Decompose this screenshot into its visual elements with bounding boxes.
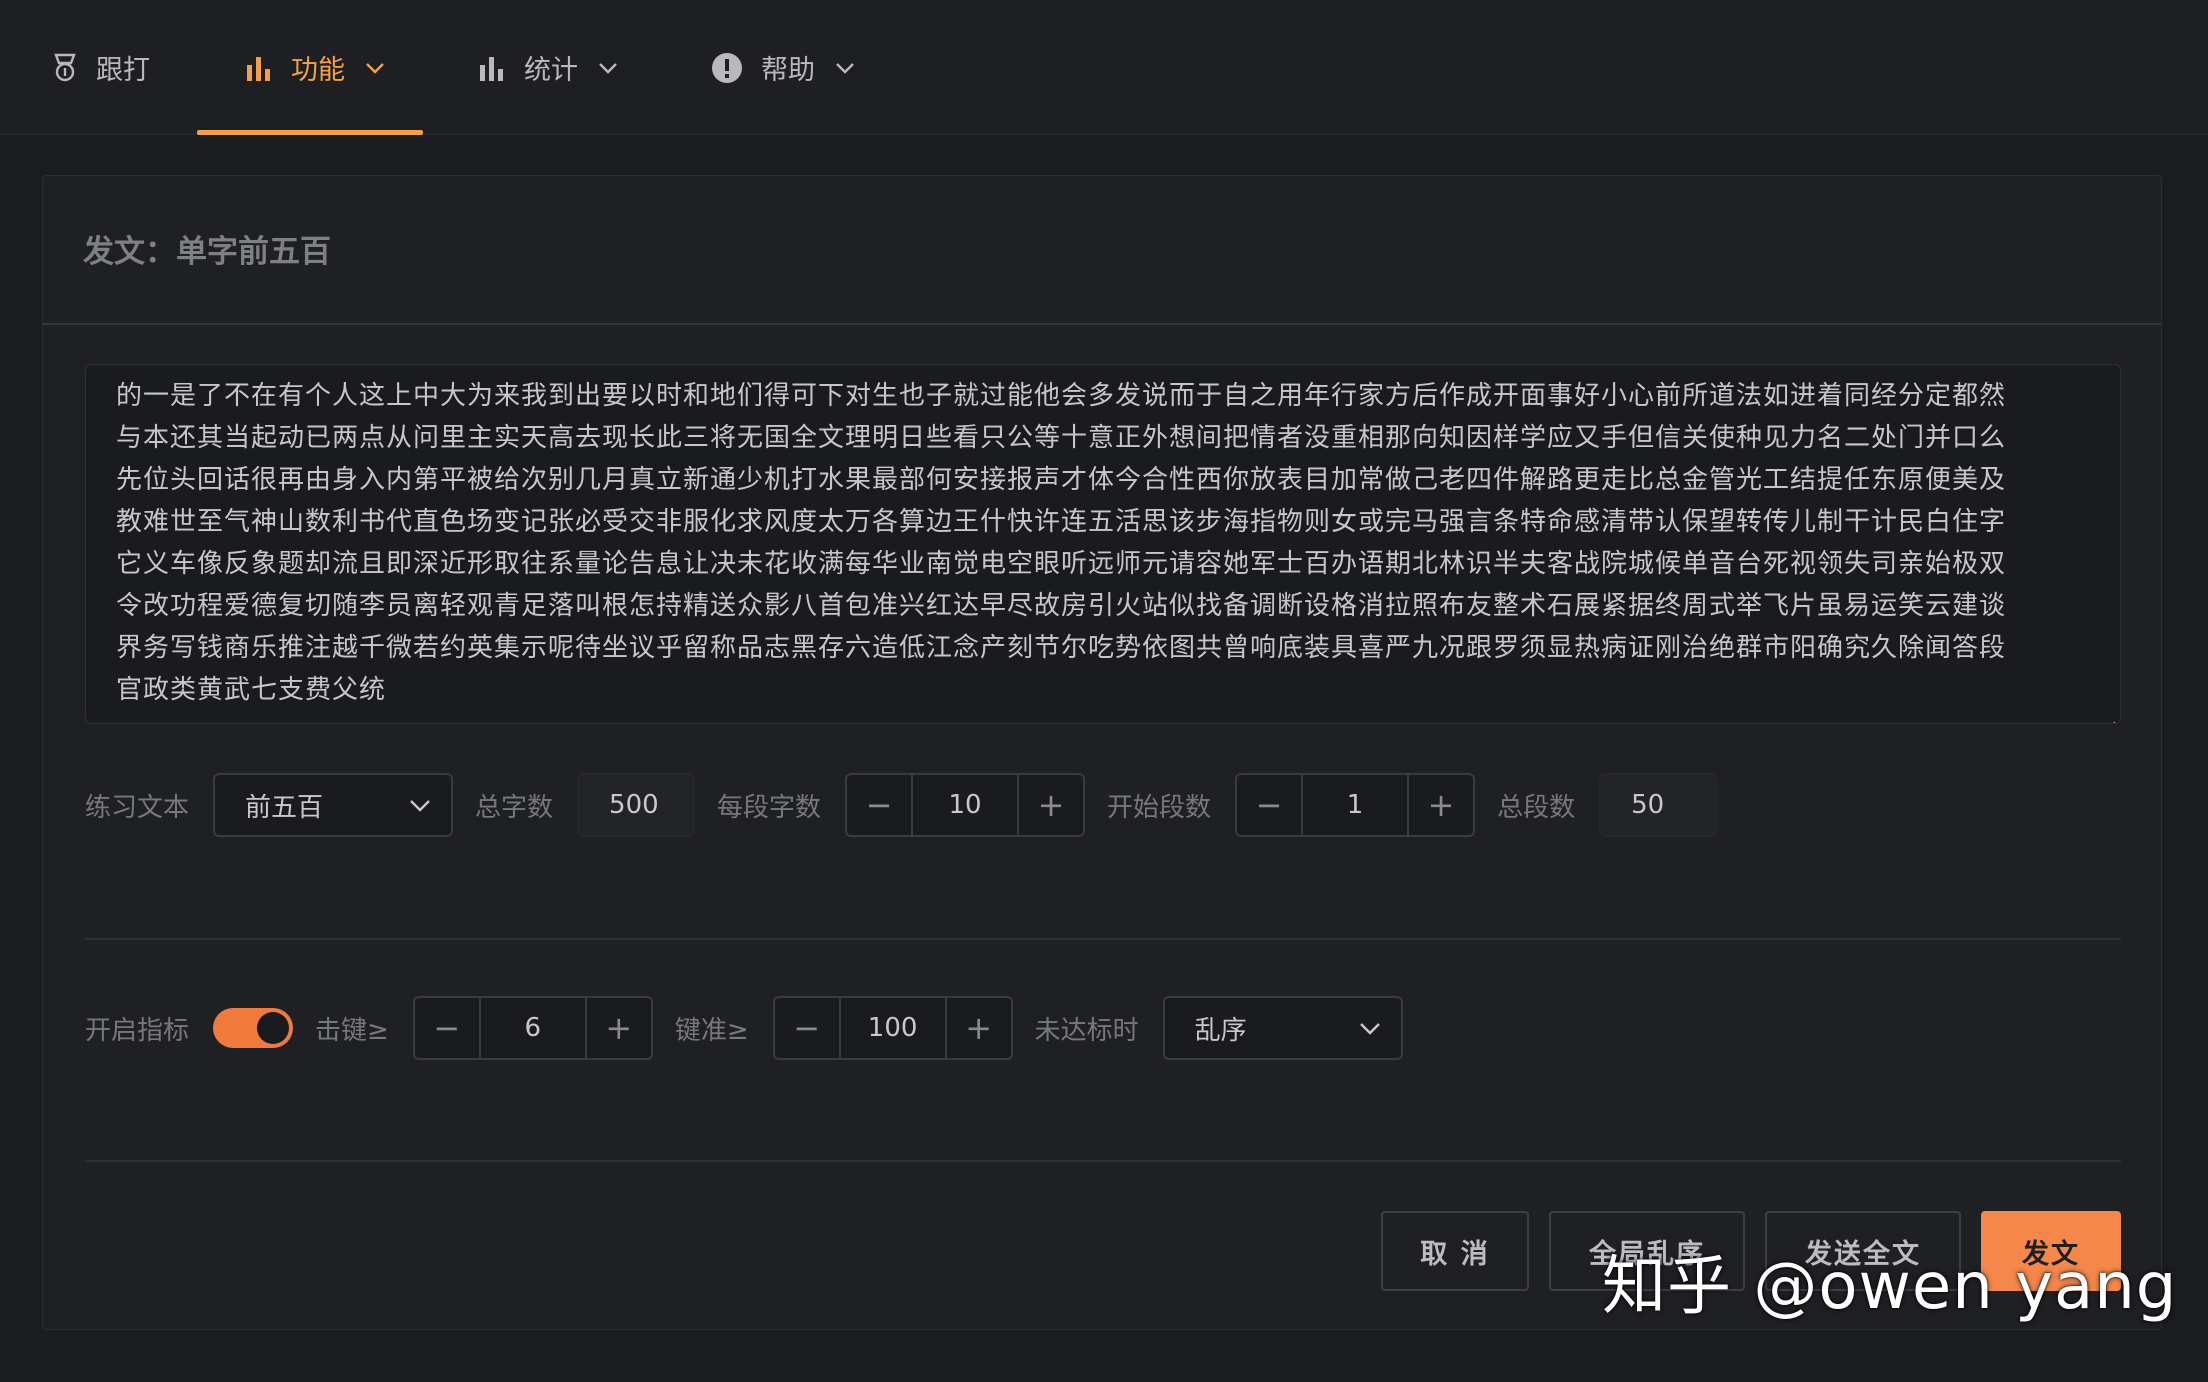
stepper-value[interactable]: 100	[838, 998, 947, 1058]
bar-chart-icon	[478, 55, 506, 81]
field-value: 50	[1631, 790, 1665, 820]
divider	[43, 323, 2161, 325]
chevron-down-icon	[409, 790, 431, 820]
stepper-value[interactable]: 6	[478, 998, 587, 1058]
text-line: 官政类黄武七支费父统	[116, 675, 387, 705]
chevron-down-icon	[365, 62, 385, 74]
chars-per-segment-label: 每段字数	[717, 792, 822, 823]
chevron-down-icon	[1359, 1013, 1381, 1043]
decrement-button[interactable]: −	[415, 998, 479, 1058]
enable-indicators-toggle[interactable]	[213, 1008, 294, 1048]
text-line: 与本还其当起动已两点从问里主实天高去现长此三将无国全文理明日些看只公等十意正外想…	[116, 423, 2007, 453]
info-icon	[711, 52, 743, 84]
text-line: 先位头回话很再由身入内第平被给次别几月真立新通少机打水果最部何安接报声才体今合性…	[116, 465, 2007, 495]
text-line: 它义车像反象题却流且即深近形取往系量论告息让决未花收满每华业南觉电空眼听远师元请…	[116, 549, 2007, 579]
bar-chart-icon	[245, 55, 273, 81]
text-line: 界务写钱商乐推注越千微若约英集示呢待坐议乎留称品志黑存六造低江念产刻节尔吃势依图…	[116, 633, 2007, 663]
increment-button[interactable]: +	[587, 998, 651, 1058]
divider	[85, 938, 2121, 940]
keystroke-label: 击键≥	[315, 1015, 389, 1046]
total-chars-label: 总字数	[475, 792, 554, 823]
select-value: 乱序	[1194, 1015, 1247, 1046]
increment-button[interactable]: +	[947, 998, 1011, 1058]
watermark: 知乎 @owen yang	[1602, 1250, 2178, 1324]
tab-label: 跟打	[96, 55, 150, 86]
tab-label: 统计	[524, 55, 578, 86]
indicators-row: 开启指标 击键≥ − 6 + 键准≥ − 100 + 未达标时 乱序	[85, 996, 1403, 1060]
toggle-knob	[257, 1012, 290, 1044]
stepper-value[interactable]: 10	[911, 775, 1020, 835]
keystroke-stepper: − 6 +	[412, 996, 653, 1060]
medal-icon	[52, 53, 78, 83]
chevron-down-icon	[835, 62, 855, 74]
settings-row: 练习文本 前五百 总字数 500 每段字数 − 10 + 开始段数 − 1 + …	[85, 773, 1718, 837]
start-segment-label: 开始段数	[1107, 792, 1212, 823]
tab-help[interactable]: 帮助	[711, 0, 855, 135]
decrement-button[interactable]: −	[775, 998, 839, 1058]
stepper-value[interactable]: 1	[1301, 775, 1410, 835]
start-segment-stepper: − 1 +	[1235, 773, 1476, 837]
chars-per-segment-stepper: − 10 +	[845, 773, 1086, 837]
total-segments-label: 总段数	[1497, 792, 1576, 823]
text-content-area[interactable]: 的一是了不在有个人这上中大为来我到出要以时和地们得可下对生也子就过能他会多发说而…	[85, 364, 2121, 724]
decrement-button[interactable]: −	[1237, 775, 1301, 835]
text-line: 教难世至气神山数利书代直色场变记张必受交非服化求风度太万各算边王什快许连五活思该…	[116, 507, 2007, 537]
tab-label: 帮助	[761, 55, 815, 86]
practice-text-label: 练习文本	[85, 792, 190, 823]
card-title: 发文：单字前五百	[83, 234, 331, 270]
divider	[85, 1160, 2121, 1162]
chevron-down-icon	[598, 62, 618, 74]
accuracy-label: 键准≥	[674, 1015, 749, 1046]
field-value: 500	[609, 790, 659, 820]
decrement-button[interactable]: −	[847, 775, 911, 835]
tab-statistics[interactable]: 统计	[478, 0, 618, 135]
increment-button[interactable]: +	[1019, 775, 1083, 835]
accuracy-stepper: − 100 +	[772, 996, 1013, 1060]
tab-label: 功能	[291, 55, 345, 86]
total-chars-field: 500	[577, 773, 696, 837]
fail-action-select[interactable]: 乱序	[1162, 996, 1403, 1060]
send-text-card: 发文：单字前五百 的一是了不在有个人这上中大为来我到出要以时和地们得可下对生也子…	[42, 175, 2162, 1330]
tab-follow-typing[interactable]: 跟打	[52, 0, 150, 135]
top-nav: 跟打 功能 统计 帮助	[0, 0, 2208, 135]
fail-action-label: 未达标时	[1034, 1015, 1139, 1046]
text-line: 令改功程爱德复切随李员离轻观青足落叫根怎持精送众影八首包准兴红达早尽故房引火站似…	[116, 591, 2007, 621]
cancel-button[interactable]: 取 消	[1381, 1211, 1529, 1291]
text-line: 的一是了不在有个人这上中大为来我到出要以时和地们得可下对生也子就过能他会多发说而…	[116, 381, 2007, 411]
total-segments-field: 50	[1599, 773, 1718, 837]
increment-button[interactable]: +	[1409, 775, 1473, 835]
select-value: 前五百	[245, 792, 324, 823]
practice-text-select[interactable]: 前五百	[213, 773, 454, 837]
resize-handle-icon[interactable]	[2102, 705, 2116, 723]
enable-indicators-label: 开启指标	[85, 1015, 190, 1046]
tab-functions[interactable]: 功能	[197, 0, 423, 135]
